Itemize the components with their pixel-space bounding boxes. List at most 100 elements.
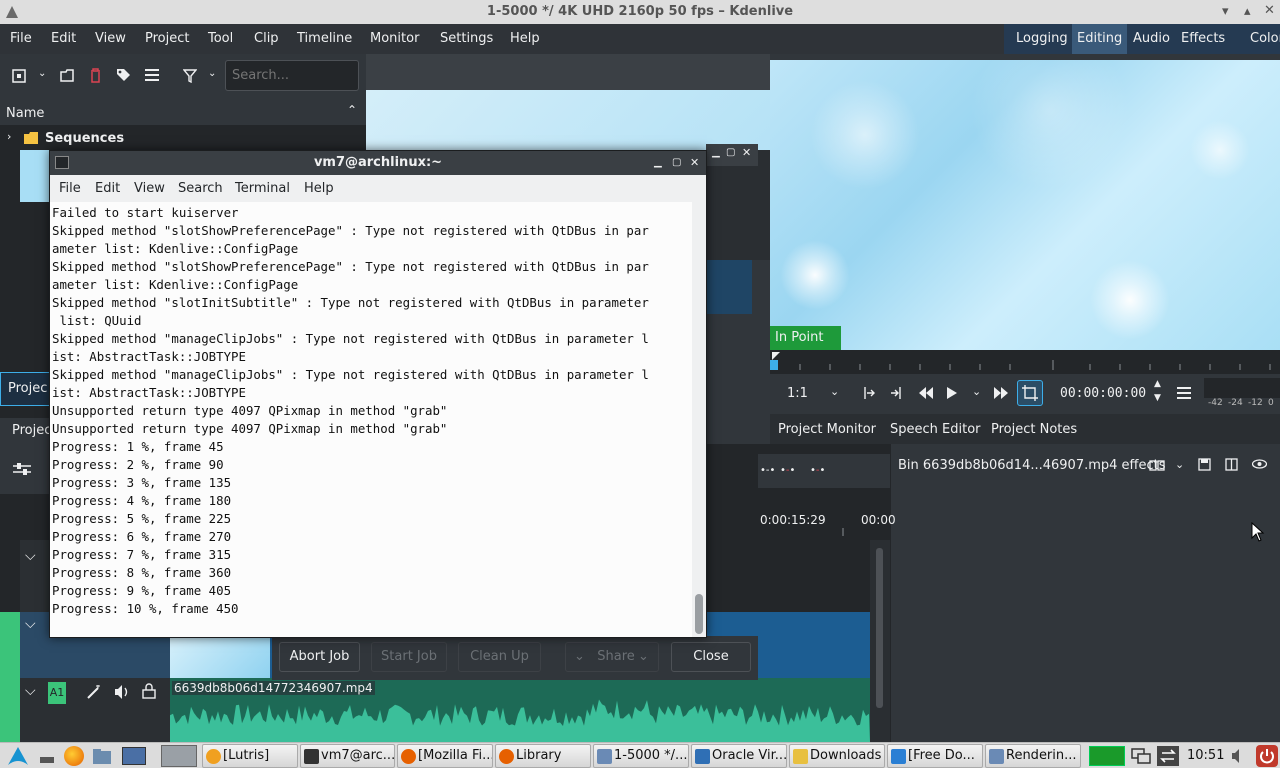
menu-tool[interactable]: Tool (208, 31, 233, 46)
save-icon[interactable] (1198, 458, 1211, 471)
task-free-download[interactable]: [Free Do... (887, 744, 983, 768)
tab-project-bin[interactable]: Projec (0, 372, 50, 406)
minimize-icon[interactable]: ▾ (1222, 4, 1229, 19)
maximize-icon[interactable]: ▴ (1244, 4, 1251, 19)
sliders-icon[interactable] (12, 462, 32, 476)
lock-icon[interactable] (142, 683, 156, 699)
tab-speech-editor[interactable]: Speech Editor (890, 422, 981, 437)
abort-job-button[interactable]: Abort Job (279, 642, 360, 672)
cpu-monitor[interactable] (1089, 746, 1125, 766)
task-rendering[interactable]: Renderin... (985, 744, 1081, 768)
tab-project-notes[interactable]: Project Notes (991, 422, 1077, 437)
switch-user-icon[interactable] (1156, 745, 1180, 767)
magic-wand-icon[interactable] (86, 684, 102, 700)
workspace-effects[interactable]: Effects (1176, 24, 1230, 54)
start-job-button[interactable]: Start Job (371, 642, 447, 672)
chevron-down-icon[interactable]: ⌄ (830, 385, 839, 398)
chevron-up-icon[interactable]: ⌃ (347, 103, 357, 117)
bin-search-input[interactable] (225, 60, 359, 91)
menu-view[interactable]: View (95, 31, 126, 46)
volume-icon[interactable] (1230, 747, 1248, 765)
rewind-icon[interactable] (918, 386, 934, 400)
terminal-scrollbar[interactable] (692, 202, 706, 637)
bin-folder-sequences[interactable]: › Sequences (0, 127, 366, 149)
scrollbar-thumb[interactable] (695, 594, 703, 634)
task-downloads[interactable]: Downloads (789, 744, 885, 768)
task-firefox[interactable]: [Mozilla Fi... (397, 744, 493, 768)
arch-menu-icon[interactable] (4, 745, 32, 767)
marker-icon[interactable]: •-• (780, 465, 795, 476)
add-clip-icon[interactable] (12, 69, 26, 83)
network-icon[interactable] (1130, 748, 1152, 764)
track-label-a1[interactable]: A1 (48, 682, 66, 704)
clock[interactable]: 10:51 (1187, 748, 1224, 763)
chevron-down-icon[interactable]: ⌄ (972, 385, 981, 398)
close-button[interactable]: Close (671, 642, 751, 672)
workspace-audio[interactable]: Audio (1128, 24, 1175, 54)
clip-thumbnail[interactable] (20, 150, 50, 202)
minimize-icon[interactable]: ▁ (654, 151, 662, 175)
task-library[interactable]: Library (495, 744, 591, 768)
task-terminal[interactable]: vm7@arc... (300, 744, 395, 768)
terminal-menu-edit[interactable]: Edit (95, 181, 120, 196)
maximize-icon[interactable]: ▢ (672, 151, 681, 175)
terminal-window[interactable]: vm7@archlinux:~ ▁ ▢ ✕ File Edit View Sea… (49, 150, 707, 638)
menu-settings[interactable]: Settings (440, 31, 493, 46)
menu-timeline[interactable]: Timeline (297, 31, 352, 46)
power-icon[interactable] (1256, 745, 1278, 767)
workspace-editing[interactable]: Editing (1072, 24, 1128, 54)
zoom-select[interactable]: 1:1 (787, 386, 808, 401)
menu-help[interactable]: Help (510, 31, 540, 46)
set-out-point-icon[interactable] (890, 386, 902, 400)
chevron-down-icon[interactable]: ⌄ (1175, 458, 1184, 471)
terminal-titlebar[interactable]: vm7@archlinux:~ ▁ ▢ ✕ (50, 151, 706, 175)
audio-clip[interactable]: 6639db8b06d14772346907.mp4 (170, 678, 870, 742)
workspace-color[interactable]: Color (1245, 24, 1280, 54)
close-icon[interactable]: ✕ (1264, 3, 1275, 18)
project-monitor-video[interactable] (770, 60, 1280, 350)
crop-icon[interactable] (1017, 380, 1043, 406)
chevron-right-icon[interactable]: › (7, 130, 11, 143)
workspace-2[interactable] (161, 745, 197, 767)
workspace-1[interactable] (122, 747, 146, 765)
marker-icon[interactable]: •-• (760, 465, 775, 476)
terminal-menu-view[interactable]: View (134, 181, 165, 196)
clean-up-button[interactable]: Clean Up (458, 642, 541, 672)
task-lutris[interactable]: [Lutris] (202, 744, 298, 768)
bin-column-header[interactable]: Name ⌃ (0, 100, 366, 126)
share-button[interactable]: ⌄ Share ⌄ (565, 642, 659, 672)
tag-icon[interactable] (116, 68, 131, 83)
menu-hamburger-icon[interactable] (1177, 387, 1191, 399)
chevron-down-icon[interactable]: ⌵ (25, 683, 36, 699)
terminal-menu-terminal[interactable]: Terminal (235, 181, 290, 196)
terminal-menu-help[interactable]: Help (304, 181, 334, 196)
timeline-ruler[interactable]: 0:00:15:29 00:00 (758, 506, 896, 536)
monitor-ruler[interactable] (770, 350, 1280, 374)
marker-icon[interactable]: •-• (810, 465, 825, 476)
delete-icon[interactable] (89, 68, 102, 83)
workspace-logging[interactable]: Logging (1011, 24, 1073, 54)
filter-icon[interactable] (183, 69, 197, 83)
terminal-menu-file[interactable]: File (59, 181, 81, 196)
maximize-icon[interactable]: ▢ (726, 147, 735, 158)
menu-project[interactable]: Project (145, 31, 189, 46)
compare-icon[interactable] (1149, 460, 1165, 471)
task-virtualbox[interactable]: Oracle Vir... (691, 744, 787, 768)
close-icon[interactable]: ✕ (690, 151, 699, 175)
terminal-output[interactable]: Failed to start kuiserver Skipped method … (50, 202, 692, 637)
tab-project-monitor[interactable]: Project Monitor (778, 422, 876, 437)
menu-hamburger-icon[interactable] (145, 69, 159, 81)
file-manager-icon[interactable] (92, 747, 112, 765)
timecode-spin-up-icon[interactable]: ▲ (1154, 379, 1161, 389)
window-titlebar[interactable]: 1-5000 */ 4K UHD 2160p 50 fps – Kdenlive… (0, 0, 1280, 24)
chevron-down-icon[interactable]: ⌵ (25, 548, 36, 564)
chevron-down-icon[interactable]: ⌵ (25, 616, 36, 632)
set-in-point-icon[interactable] (863, 386, 875, 400)
menu-clip[interactable]: Clip (254, 31, 279, 46)
task-kdenlive[interactable]: 1-5000 */... (593, 744, 689, 768)
timecode-display[interactable]: 00:00:00:00 (1060, 386, 1146, 401)
timeline-vscroll[interactable] (870, 540, 890, 742)
firefox-icon[interactable] (64, 746, 84, 766)
folder-icon[interactable] (60, 69, 74, 82)
render-dialog-titlebar[interactable]: ▁ ▢ ✕ (706, 144, 758, 166)
